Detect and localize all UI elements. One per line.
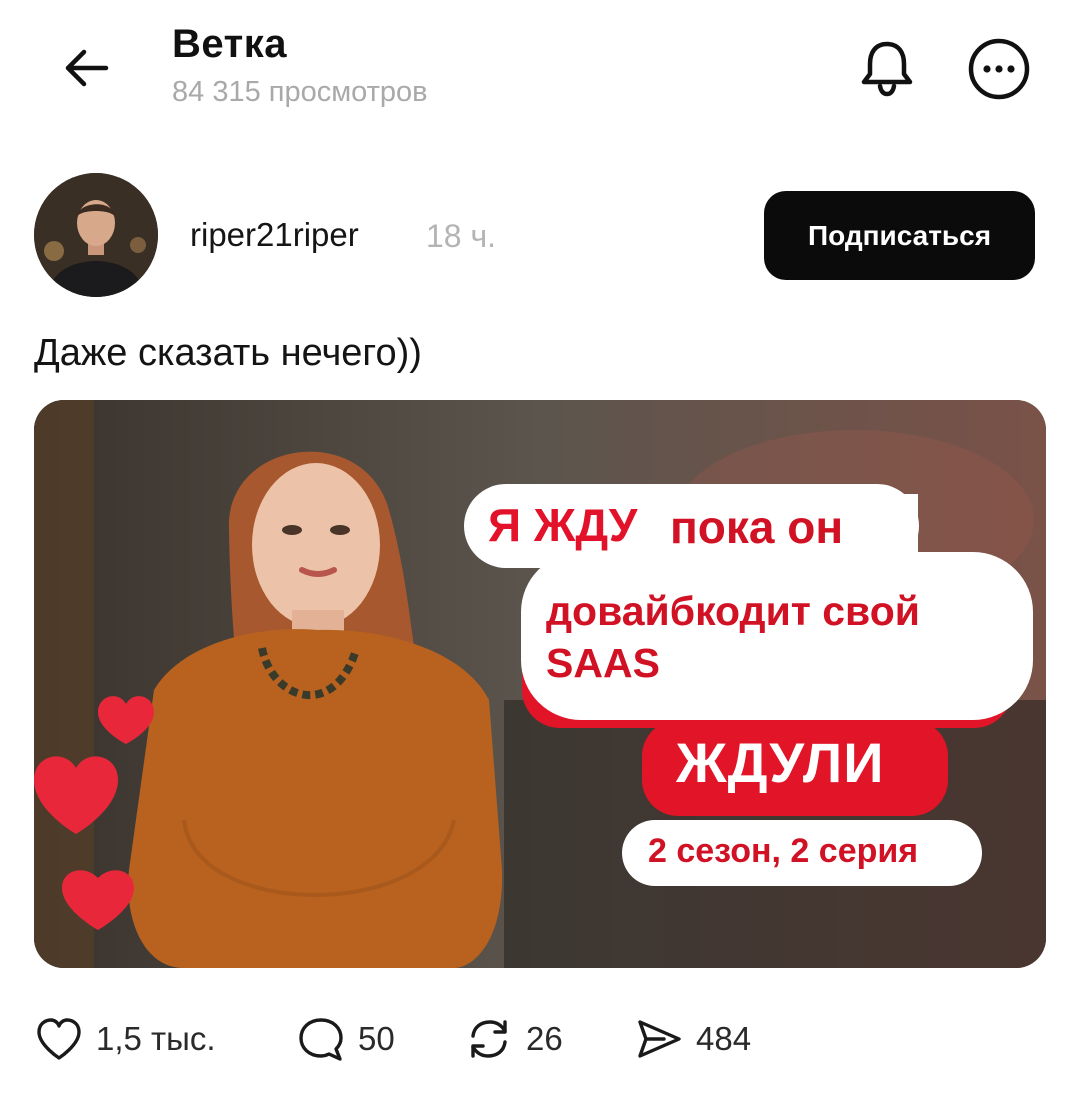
share-button[interactable]: 484 [634,1014,751,1064]
caption-line2-text: довайбкодит свой [546,588,920,634]
views-count: 84 315 просмотров [172,76,428,108]
caption-line1-b: пока он [670,501,844,553]
repost-button[interactable]: 26 [464,1014,563,1064]
more-horizontal-icon [968,38,1030,100]
top-bar: Ветка 84 315 просмотров [0,0,1080,140]
notifications-button[interactable] [856,36,918,100]
caption-line3-text: SAAS [546,640,660,686]
back-button[interactable] [58,38,118,98]
repost-icon [471,1020,507,1058]
likes-count: 1,5 тыс. [96,1020,216,1057]
arrow-left-icon [65,49,109,87]
thread-page: Ветка 84 315 просмотров riper21riper 18 … [0,0,1080,1103]
bell-icon [861,41,913,97]
post-image[interactable]: Я ЖДУ пока он довайбкодит свой SAAS ЖДУЛ… [34,400,1046,968]
heart-icon [37,1018,81,1060]
caption-line1-a: Я ЖДУ [488,499,638,551]
subscribe-button[interactable]: Подписаться [764,191,1035,280]
post-actions: 1,5 тыс. 50 26 484 [0,1000,1080,1080]
reposts-count: 26 [526,1020,563,1057]
caption-line2: довайбкодит свой SAAS [546,585,920,689]
avatar-photo [34,173,158,297]
post-time: 18 ч. [426,218,497,254]
author-username[interactable]: riper21riper [190,216,359,254]
post-text: Даже сказать нечего)) [34,332,422,374]
comment-icon [299,1018,343,1061]
page-title: Ветка [172,22,287,66]
send-icon [638,1020,681,1058]
comment-button[interactable]: 50 [296,1014,395,1064]
episode-label: 2 сезон, 2 серия [648,832,919,870]
like-button[interactable]: 1,5 тыс. [34,1014,216,1064]
comments-count: 50 [358,1020,395,1057]
shares-count: 484 [696,1020,752,1057]
author-avatar[interactable] [34,173,158,297]
more-options-button[interactable] [966,36,1032,102]
show-title: ЖДУЛИ [676,731,885,794]
